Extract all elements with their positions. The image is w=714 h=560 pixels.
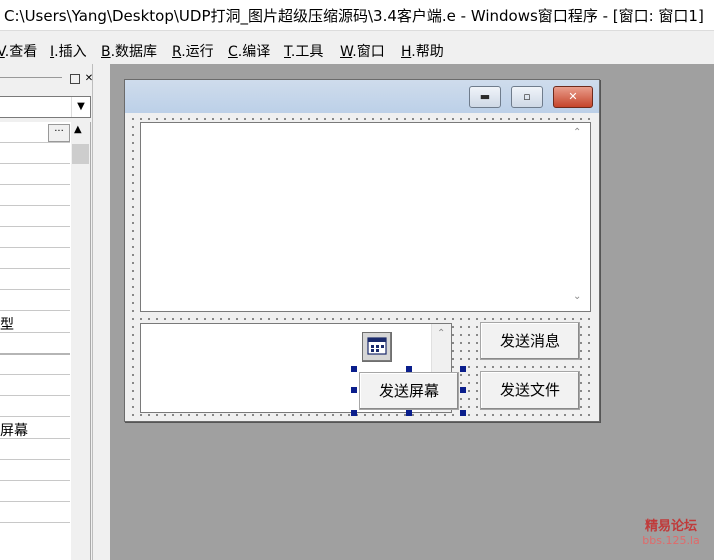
selection-handle[interactable] — [406, 410, 412, 416]
close-icon[interactable]: ✕ — [553, 86, 593, 108]
menu-bar: V.查看 I.插入 B.数据库 R.运行 C.编译 T.工具 W.窗口 H.帮助 — [0, 31, 714, 64]
menu-run[interactable]: R.运行 — [172, 41, 214, 61]
panel-header: ✕ — [0, 68, 99, 86]
selection-handle[interactable] — [351, 387, 357, 393]
send-message-button[interactable]: 发送消息 — [480, 322, 580, 360]
property-list[interactable]: ··· 型 屏幕 ▲ — [0, 122, 91, 560]
menu-insert[interactable]: I.插入 — [50, 41, 87, 61]
scroll-down-arrow-icon: ⌄ — [573, 291, 582, 302]
menu-database[interactable]: B.数据库 — [101, 41, 157, 61]
menu-help[interactable]: H.帮助 — [401, 41, 444, 61]
window-title: C:\Users\Yang\Desktop\UDP打洞_图片超级压缩源码\3.4… — [4, 7, 704, 25]
menu-tools[interactable]: T.工具 — [284, 41, 323, 61]
panel-restore-icon[interactable] — [70, 74, 80, 84]
selection-handle[interactable] — [406, 366, 412, 372]
dropdown-arrow-icon[interactable]: ▼ — [71, 97, 90, 117]
send-screen-button[interactable]: 发送屏幕 — [359, 372, 459, 410]
menu-compile[interactable]: C.编译 — [228, 41, 270, 61]
ellipsis-button[interactable]: ··· — [48, 124, 70, 142]
property-row-text: 屏幕 — [0, 423, 28, 439]
form-client-area[interactable]: ⌃ ⌄ ⌃ 发送消息 发送文件 发送屏幕 — [128, 114, 596, 418]
selection-handle[interactable] — [460, 366, 466, 372]
message-log-textbox[interactable]: ⌃ ⌄ — [140, 122, 591, 312]
scroll-thumb[interactable] — [72, 144, 89, 164]
timer-icon — [367, 337, 387, 355]
property-row-text: 型 — [0, 317, 14, 333]
menu-window[interactable]: W.窗口 — [340, 41, 385, 61]
maximize-icon[interactable]: ▫ — [511, 86, 543, 108]
send-file-button[interactable]: 发送文件 — [480, 371, 580, 410]
selection-handle[interactable] — [351, 366, 357, 372]
property-panel: ✕ ▼ ··· 型 屏幕 ▲ — [0, 64, 99, 560]
scroll-up-arrow-icon[interactable]: ▲ — [74, 124, 82, 135]
panel-splitter[interactable] — [92, 64, 111, 560]
watermark-logo: 精易论坛 bbs.125.la — [642, 519, 700, 548]
form-titlebar: ▬ ▫ ✕ — [125, 80, 599, 113]
design-form[interactable]: ▬ ▫ ✕ ⌃ ⌄ ⌃ 发送消息 发送文件 发送屏幕 — [124, 79, 600, 422]
minimize-icon[interactable]: ▬ — [469, 86, 501, 108]
scroll-up-arrow-icon: ⌃ — [437, 328, 446, 339]
scroll-up-arrow-icon: ⌃ — [573, 127, 582, 138]
menu-view[interactable]: V.查看 — [0, 41, 37, 61]
window-titlebar: C:\Users\Yang\Desktop\UDP打洞_图片超级压缩源码\3.4… — [0, 0, 714, 31]
component-selector[interactable]: ▼ — [0, 96, 91, 118]
property-list-scrollbar[interactable]: ▲ — [71, 122, 90, 560]
selection-handle[interactable] — [460, 387, 466, 393]
selection-handle[interactable] — [460, 410, 466, 416]
selection-handle[interactable] — [351, 410, 357, 416]
timer-component-icon[interactable] — [362, 332, 392, 362]
